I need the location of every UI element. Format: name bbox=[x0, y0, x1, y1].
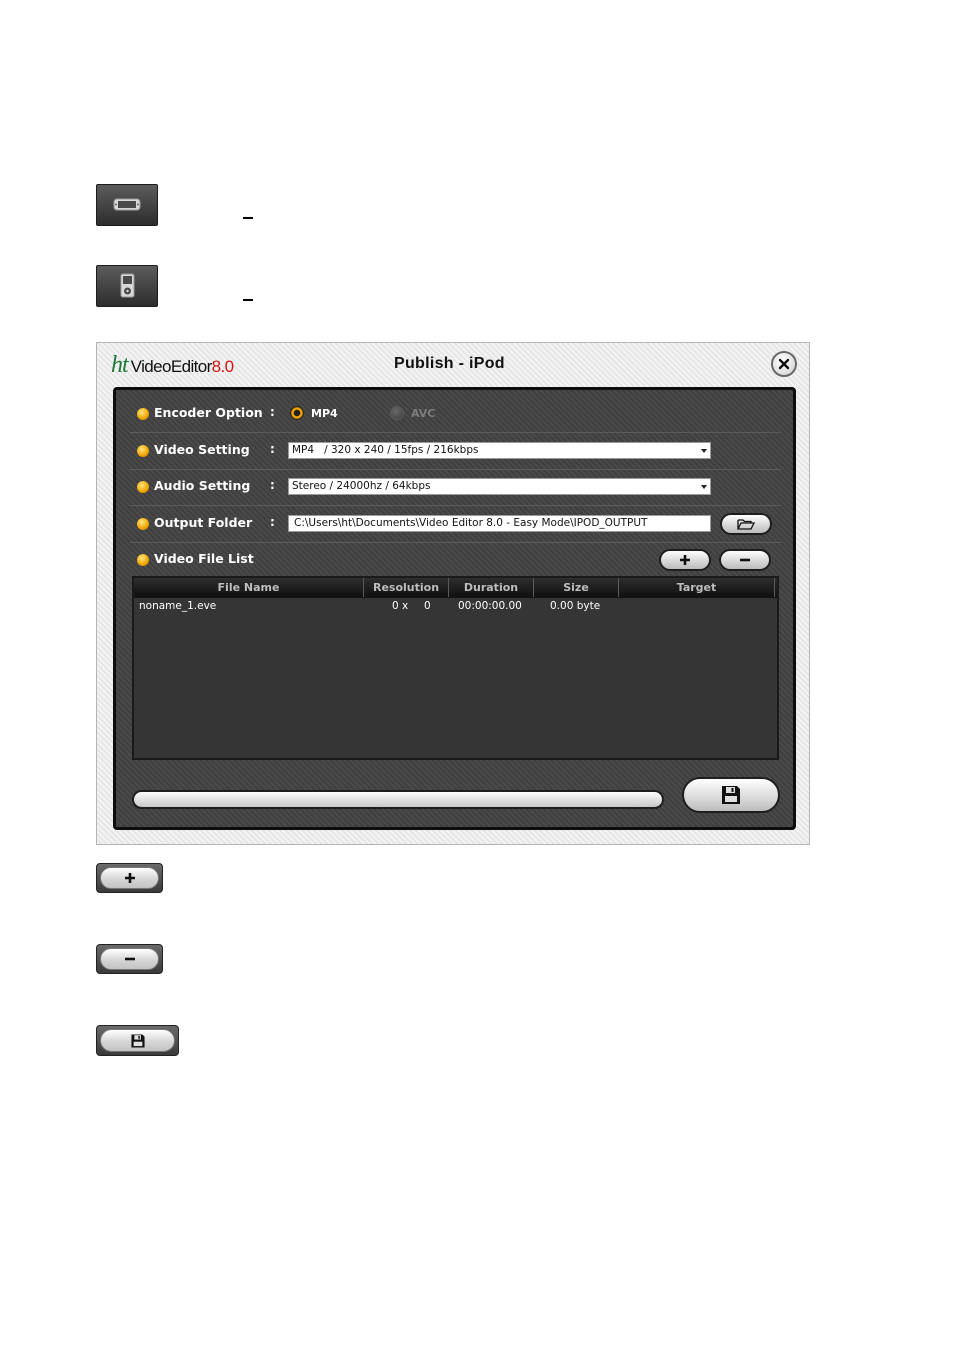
folder-open-icon bbox=[737, 519, 756, 530]
bullet-icon bbox=[137, 408, 149, 420]
remove-button-face bbox=[100, 948, 159, 970]
output-folder-value: C:\Users\ht\Documents\Video Editor 8.0 -… bbox=[294, 517, 648, 529]
column-header-file-name[interactable]: File Name bbox=[134, 578, 364, 597]
floppy-disk-icon bbox=[722, 786, 740, 804]
cell-resolution-height: 0 bbox=[424, 600, 431, 612]
remove-file-button[interactable] bbox=[719, 549, 771, 571]
video-setting-row: Video Setting : MP4 / 320 x 240 / 15fps … bbox=[130, 433, 781, 470]
output-folder-label: Output Folder bbox=[154, 515, 253, 530]
plus-icon bbox=[680, 555, 690, 565]
browse-folder-button[interactable] bbox=[720, 513, 772, 535]
encoder-option-label: Encoder Option bbox=[154, 405, 263, 420]
colon: : bbox=[270, 405, 275, 419]
settings-panel: Encoder Option : MP4 AVC Video Setting :… bbox=[113, 387, 796, 830]
video-setting-value: MP4 / 320 x 240 / 15fps / 216kbps bbox=[292, 444, 479, 456]
bullet-icon bbox=[137, 481, 149, 493]
save-button-sample[interactable] bbox=[96, 1025, 179, 1056]
minus-icon bbox=[740, 558, 750, 562]
colon: : bbox=[270, 478, 275, 492]
mp4-radio-label[interactable]: MP4 bbox=[311, 407, 338, 420]
bullet-icon bbox=[137, 445, 149, 457]
audio-setting-row: Audio Setting : Stereo / 24000hz / 64kbp… bbox=[130, 469, 781, 506]
video-file-table[interactable]: File Name Resolution Duration Size Targe… bbox=[132, 576, 779, 760]
psp-device-button[interactable] bbox=[96, 184, 158, 226]
column-header-duration[interactable]: Duration bbox=[449, 578, 534, 597]
bullet-icon bbox=[137, 554, 149, 566]
bullet-icon bbox=[137, 518, 149, 530]
avc-radio[interactable] bbox=[390, 406, 404, 420]
app-logo: ht VideoEditor 8.0 bbox=[111, 351, 234, 377]
video-setting-select[interactable]: MP4 / 320 x 240 / 15fps / 216kbps bbox=[288, 442, 711, 459]
dash-mark bbox=[243, 299, 253, 301]
add-file-button[interactable] bbox=[659, 549, 711, 571]
video-file-list-label: Video File List bbox=[154, 551, 254, 566]
add-button-face bbox=[100, 867, 159, 889]
psp-device-icon bbox=[113, 198, 141, 211]
ipod-device-icon bbox=[120, 273, 135, 298]
save-button[interactable] bbox=[682, 777, 780, 813]
logo-version: 8.0 bbox=[211, 357, 234, 376]
cell-resolution-width: 0 bbox=[392, 600, 399, 612]
dash-mark bbox=[243, 217, 253, 219]
column-header-size[interactable]: Size bbox=[534, 578, 619, 597]
avc-radio-label[interactable]: AVC bbox=[411, 407, 435, 420]
dialog-title: Publish - iPod bbox=[394, 355, 505, 372]
mp4-radio[interactable] bbox=[290, 406, 304, 420]
remove-button-sample[interactable] bbox=[96, 944, 163, 974]
chevron-down-icon bbox=[701, 485, 707, 489]
audio-setting-label: Audio Setting bbox=[154, 478, 251, 493]
column-header-target[interactable]: Target bbox=[619, 578, 775, 597]
publish-progress-bar bbox=[132, 790, 664, 809]
close-icon bbox=[778, 358, 790, 370]
output-folder-input[interactable]: C:\Users\ht\Documents\Video Editor 8.0 -… bbox=[288, 515, 711, 532]
add-button-sample[interactable] bbox=[96, 863, 163, 893]
ipod-device-button[interactable] bbox=[96, 265, 158, 307]
audio-setting-select[interactable]: Stereo / 24000hz / 64kbps bbox=[288, 478, 711, 495]
logo-ht: ht bbox=[111, 352, 129, 378]
chevron-down-icon bbox=[701, 449, 707, 453]
output-folder-row: Output Folder : C:\Users\ht\Documents\Vi… bbox=[130, 506, 781, 543]
save-button-face bbox=[100, 1029, 175, 1052]
table-header: File Name Resolution Duration Size Targe… bbox=[134, 578, 777, 598]
minus-icon bbox=[124, 957, 135, 961]
floppy-disk-icon bbox=[130, 1033, 145, 1048]
column-header-resolution[interactable]: Resolution bbox=[364, 578, 449, 597]
video-file-list-row: Video File List bbox=[130, 542, 781, 578]
logo-name: VideoEditor bbox=[130, 357, 213, 376]
video-setting-label: Video Setting bbox=[154, 442, 250, 457]
close-button[interactable] bbox=[771, 351, 797, 377]
colon: : bbox=[270, 515, 275, 529]
cell-duration: 00:00:00.00 bbox=[458, 600, 522, 612]
audio-setting-value: Stereo / 24000hz / 64kbps bbox=[292, 480, 431, 492]
plus-icon bbox=[124, 873, 135, 883]
publish-dialog: ht VideoEditor 8.0 Publish - iPod Encode… bbox=[96, 342, 810, 845]
cell-resolution-x: x bbox=[402, 600, 409, 612]
cell-file-name: noname_1.eve bbox=[139, 600, 217, 612]
encoder-option-row: Encoder Option : MP4 AVC bbox=[130, 396, 781, 433]
cell-size: 0.00 byte bbox=[550, 600, 601, 612]
colon: : bbox=[270, 442, 275, 456]
